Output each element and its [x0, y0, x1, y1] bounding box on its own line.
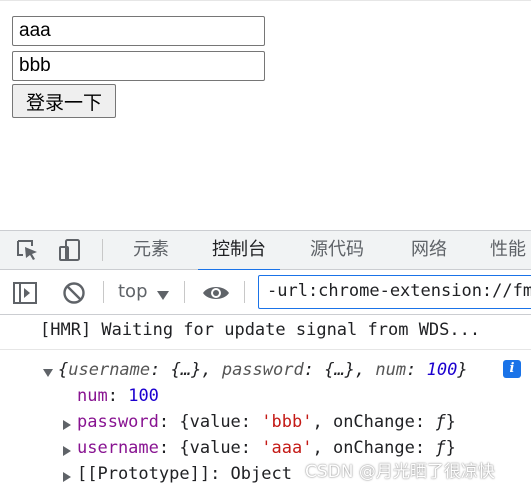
property-row-password[interactable]: password: {value: 'bbb', onChange: ƒ}: [77, 410, 456, 434]
inspect-element-icon[interactable]: [13, 236, 41, 264]
context-selector[interactable]: top: [118, 279, 148, 305]
toolbar-divider-3: [244, 281, 245, 303]
property-key: password: [77, 412, 159, 432]
property-value: 100: [128, 386, 159, 406]
tab-console[interactable]: 控制台: [198, 231, 280, 271]
summary-key-username: username: [68, 360, 151, 380]
watermark: CSDN @月光晒了很凉快: [305, 462, 495, 482]
page-content: 登录一下: [0, 0, 531, 231]
expand-triangle-icon[interactable]: [61, 442, 73, 456]
property-row-prototype[interactable]: [[Prototype]]: Object: [77, 462, 292, 486]
clear-console-icon[interactable]: [60, 279, 88, 307]
sub-key-value: value: [189, 438, 241, 458]
function-value: ƒ: [435, 412, 446, 432]
string-value: 'aaa': [261, 438, 313, 458]
expand-triangle-open-icon[interactable]: [42, 364, 54, 377]
brace-close: }: [457, 360, 468, 380]
toolbar-divider: [103, 281, 104, 303]
devtools-panel: 元素 控制台 源代码 网络 性能 top -url:chrome-extensi…: [0, 230, 531, 491]
property-key: num: [77, 386, 108, 406]
devtools-tabbar: 元素 控制台 源代码 网络 性能: [0, 230, 531, 271]
property-row-num: num: 100: [77, 386, 159, 406]
console-toolbar: top -url:chrome-extension://fmkad: [0, 270, 531, 315]
expand-triangle-icon[interactable]: [61, 468, 73, 482]
tab-performance[interactable]: 性能: [490, 231, 526, 270]
chevron-down-icon[interactable]: [157, 286, 169, 300]
username-input[interactable]: [12, 16, 265, 46]
password-input[interactable]: [12, 51, 265, 81]
tab-sources[interactable]: 源代码: [310, 231, 364, 270]
object-summary[interactable]: {username: {…}, password: {…}, num: 100}: [58, 358, 468, 382]
live-expression-eye-icon[interactable]: [201, 279, 229, 307]
toolbar-divider-2: [184, 281, 185, 303]
sub-key-onchange: onChange: [332, 412, 415, 432]
string-value: 'bbb': [261, 412, 313, 432]
info-icon[interactable]: i: [503, 360, 521, 378]
sub-key-value: value: [189, 412, 241, 432]
sidebar-toggle-icon[interactable]: [11, 279, 39, 307]
tab-elements[interactable]: 元素: [133, 231, 169, 270]
console-filter-input[interactable]: -url:chrome-extension://fmkad: [258, 275, 531, 309]
sub-key-onchange: onChange: [332, 438, 415, 458]
function-value: ƒ: [435, 438, 446, 458]
summary-value-num: 100: [426, 360, 458, 380]
device-toolbar-icon[interactable]: [56, 236, 84, 264]
tabbar-divider: [102, 239, 103, 261]
console-message-text: [HMR] Waiting for update signal from WDS…: [40, 320, 481, 340]
console-message-hmr: [HMR] Waiting for update signal from WDS…: [0, 315, 531, 350]
login-button[interactable]: 登录一下: [12, 84, 116, 118]
tab-network[interactable]: 网络: [411, 231, 447, 270]
summary-key-password: password: [221, 360, 304, 380]
property-value: Object: [230, 464, 292, 484]
expand-triangle-icon[interactable]: [61, 416, 73, 430]
summary-key-num: num: [375, 360, 407, 380]
summary-value-password: {…}: [324, 360, 355, 380]
property-key: [[Prototype]]: [77, 464, 211, 484]
summary-value-username: {…}: [170, 360, 202, 380]
property-key: username: [77, 438, 159, 458]
brace-open: {: [58, 360, 69, 380]
